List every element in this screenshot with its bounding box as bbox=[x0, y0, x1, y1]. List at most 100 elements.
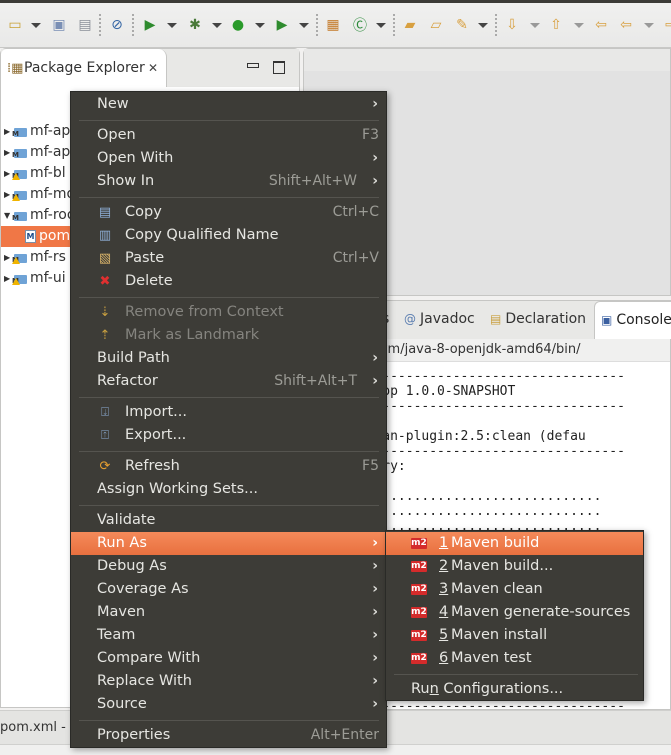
debug-icon[interactable]: ✱ bbox=[185, 15, 205, 35]
submenu-arrow-icon: › bbox=[372, 627, 378, 643]
menu-item-delete[interactable]: ✖ Delete bbox=[71, 270, 386, 293]
new-java-class-icon[interactable]: Ⓒ bbox=[350, 15, 370, 35]
menu-item-validate[interactable]: Validate bbox=[71, 509, 386, 532]
next-annotation-icon[interactable]: ⇩ bbox=[502, 15, 522, 35]
save-icon[interactable]: ▣ bbox=[49, 15, 69, 35]
package-explorer-tabbar: ⁞▦ Package Explorer ✕ bbox=[1, 49, 299, 87]
expand-arrow-icon[interactable]: ▶ bbox=[4, 121, 10, 142]
toolbar-separator bbox=[393, 14, 395, 36]
menu-item-compare-with[interactable]: Compare With › bbox=[71, 647, 386, 670]
external-tools-icon[interactable]: ▶ bbox=[272, 15, 292, 35]
new-class-dropdown[interactable] bbox=[376, 23, 386, 28]
menu-separator bbox=[79, 397, 379, 398]
submenu-arrow-icon: › bbox=[372, 673, 378, 689]
back-dropdown[interactable] bbox=[644, 23, 654, 28]
menu-item-new[interactable]: New › bbox=[71, 93, 386, 116]
tab-javadoc[interactable]: @ Javadoc bbox=[404, 311, 475, 327]
search-dropdown[interactable] bbox=[478, 23, 488, 28]
external-tools-dropdown[interactable] bbox=[299, 23, 309, 28]
menu-item-copy-qualified-name[interactable]: ▥ Copy Qualified Name bbox=[71, 224, 386, 247]
submenu-item-maven-test[interactable]: m2 6 Maven test bbox=[386, 647, 643, 670]
menu-item-refresh[interactable]: ⟳ Refresh F5 bbox=[71, 455, 386, 478]
menu-item-replace-with[interactable]: Replace With › bbox=[71, 670, 386, 693]
submenu-item-maven-build-dialog[interactable]: m2 2 Maven build... bbox=[386, 555, 643, 578]
submenu-item-run-configurations[interactable]: Run Configurations... bbox=[386, 678, 643, 701]
submenu-arrow-icon: › bbox=[372, 173, 378, 189]
expand-arrow-icon[interactable]: ▶ bbox=[4, 247, 10, 268]
package-explorer-title: Package Explorer bbox=[24, 60, 145, 76]
run-dropdown[interactable] bbox=[255, 23, 265, 28]
menu-item-open-with[interactable]: Open With › bbox=[71, 147, 386, 170]
open-type-icon[interactable]: ▰ bbox=[400, 15, 420, 35]
run-last-tool-icon[interactable]: ▶ bbox=[140, 15, 160, 35]
menu-item-remove-from-context[interactable]: ⇣ Remove from Context bbox=[71, 301, 386, 324]
tab-package-explorer[interactable]: ⁞▦ Package Explorer ✕ bbox=[1, 49, 167, 87]
tab-declaration[interactable]: ▤ Declaration bbox=[490, 311, 586, 327]
minimize-button[interactable] bbox=[247, 63, 259, 68]
menu-separator bbox=[79, 720, 379, 721]
menu-item-source[interactable]: Source › bbox=[71, 693, 386, 716]
run-last-tool-dropdown[interactable] bbox=[167, 23, 177, 28]
menu-item-debug-as[interactable]: Debug As › bbox=[71, 555, 386, 578]
debug-dropdown[interactable] bbox=[212, 23, 222, 28]
menu-separator bbox=[79, 120, 379, 121]
close-icon[interactable]: ✕ bbox=[148, 61, 158, 75]
javadoc-icon: @ bbox=[404, 312, 416, 326]
expand-arrow-icon[interactable]: ▶ bbox=[4, 184, 10, 205]
submenu-arrow-icon: › bbox=[372, 373, 378, 389]
copy-qualified-name-icon: ▥ bbox=[98, 228, 112, 243]
menu-separator bbox=[79, 197, 379, 198]
menu-item-properties[interactable]: Properties Alt+Enter bbox=[71, 724, 386, 747]
expand-arrow-icon[interactable]: ▶ bbox=[4, 268, 10, 289]
declaration-icon: ▤ bbox=[490, 312, 502, 326]
maximize-button[interactable] bbox=[273, 61, 285, 74]
submenu-item-maven-build[interactable]: m2 1 Maven build bbox=[386, 532, 643, 555]
submenu-arrow-icon: › bbox=[372, 350, 378, 366]
submenu-item-maven-clean[interactable]: m2 3 Maven clean bbox=[386, 578, 643, 601]
toggle-breadcrumb-icon[interactable]: ⊘ bbox=[107, 15, 127, 35]
maven-m2-icon: m2 bbox=[411, 561, 427, 572]
search-icon[interactable]: ✎ bbox=[452, 15, 472, 35]
previous-annotation-dropdown[interactable] bbox=[574, 23, 584, 28]
toolbar-separator bbox=[495, 14, 497, 36]
new-wizard-icon[interactable]: ▭ bbox=[5, 15, 25, 35]
new-java-package-icon[interactable]: ▦ bbox=[323, 15, 343, 35]
forward-icon[interactable]: ⇨ bbox=[661, 15, 671, 35]
next-annotation-dropdown[interactable] bbox=[530, 23, 540, 28]
context-menu: New › Open F3 Open With › Show In Shift+Alt+… bbox=[70, 91, 387, 748]
last-edit-location-icon[interactable]: ⇦ bbox=[591, 15, 611, 35]
menu-item-open[interactable]: Open F3 bbox=[71, 124, 386, 147]
menu-item-mark-as-landmark[interactable]: ⇡ Mark as Landmark bbox=[71, 324, 386, 347]
back-icon[interactable]: ⇦ bbox=[616, 15, 636, 35]
open-task-icon[interactable]: ▱ bbox=[426, 15, 446, 35]
menu-item-assign-working-sets[interactable]: Assign Working Sets... bbox=[71, 478, 386, 501]
submenu-arrow-icon: › bbox=[372, 581, 378, 597]
submenu-item-maven-install[interactable]: m2 5 Maven install bbox=[386, 624, 643, 647]
remove-from-context-icon: ⇣ bbox=[99, 305, 111, 320]
save-all-icon[interactable]: ▤ bbox=[75, 15, 95, 35]
expand-arrow-icon[interactable]: ▶ bbox=[4, 142, 10, 163]
collapse-arrow-icon[interactable]: ▼ bbox=[4, 205, 10, 226]
toolbar-separator bbox=[132, 14, 134, 36]
run-icon[interactable]: ● bbox=[228, 15, 248, 35]
menu-separator bbox=[79, 297, 379, 298]
previous-annotation-icon[interactable]: ⇧ bbox=[546, 15, 566, 35]
menu-item-team[interactable]: Team › bbox=[71, 624, 386, 647]
expand-arrow-icon[interactable]: ▶ bbox=[4, 163, 10, 184]
menu-item-paste[interactable]: ▧ Paste Ctrl+V bbox=[71, 247, 386, 270]
menu-item-refactor[interactable]: Refactor Shift+Alt+T › bbox=[71, 370, 386, 393]
submenu-arrow-icon: › bbox=[372, 650, 378, 666]
menu-item-import[interactable]: ⍗ Import... bbox=[71, 401, 386, 424]
menu-item-maven[interactable]: Maven › bbox=[71, 601, 386, 624]
menu-item-run-as[interactable]: Run As › bbox=[71, 532, 386, 555]
menu-item-build-path[interactable]: Build Path › bbox=[71, 347, 386, 370]
menu-item-show-in[interactable]: Show In Shift+Alt+W › bbox=[71, 170, 386, 193]
menu-item-coverage-as[interactable]: Coverage As › bbox=[71, 578, 386, 601]
paste-icon: ▧ bbox=[98, 251, 112, 266]
menu-item-copy[interactable]: ▤ Copy Ctrl+C bbox=[71, 201, 386, 224]
tab-console[interactable]: ▣ Console bbox=[594, 301, 671, 339]
menu-item-export[interactable]: ⍐ Export... bbox=[71, 424, 386, 447]
new-dropdown-arrow[interactable] bbox=[31, 23, 41, 28]
maven-m2-icon: m2 bbox=[411, 653, 427, 664]
submenu-item-maven-generate-sources[interactable]: m2 4 Maven generate-sources bbox=[386, 601, 643, 624]
